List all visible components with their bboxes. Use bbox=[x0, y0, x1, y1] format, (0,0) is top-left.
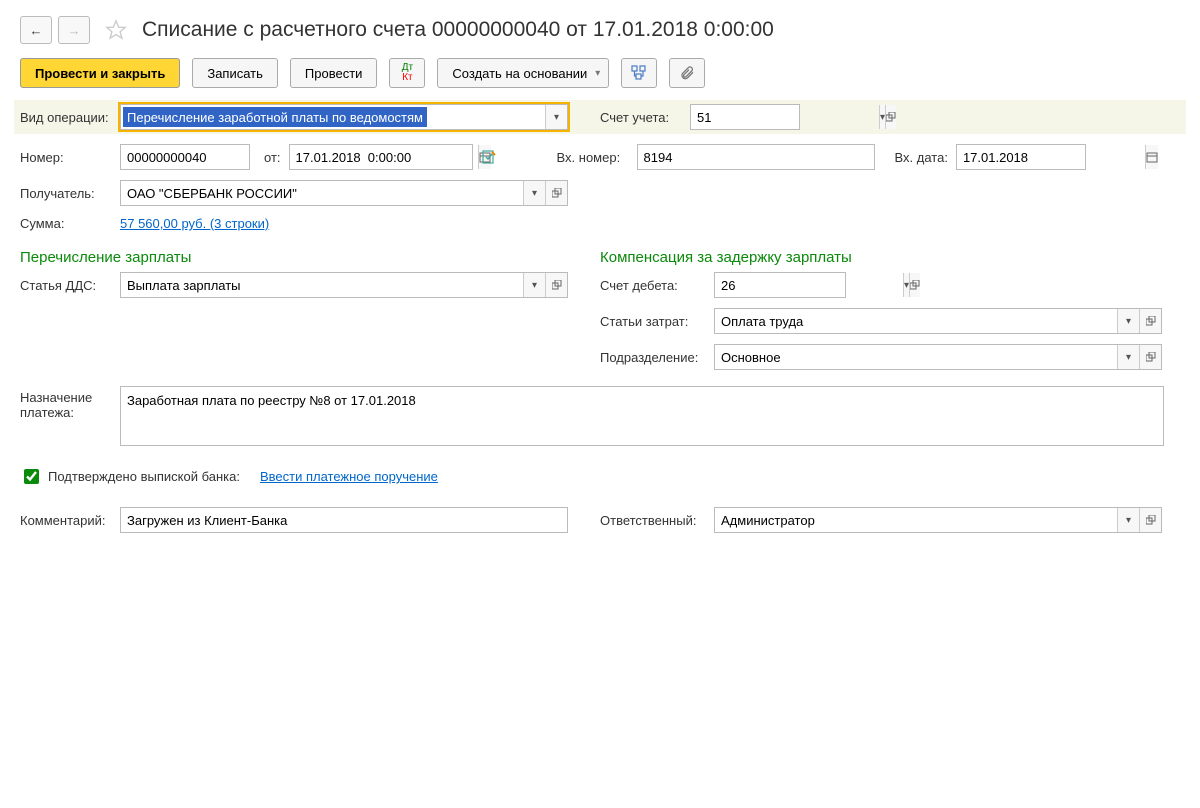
open-icon bbox=[552, 280, 562, 290]
dds-input[interactable] bbox=[121, 273, 523, 297]
attachment-button[interactable] bbox=[669, 58, 705, 88]
dds-label: Статья ДДС: bbox=[20, 278, 120, 293]
structure-icon bbox=[631, 65, 647, 81]
calendar-icon bbox=[1146, 151, 1158, 163]
department-dropdown[interactable]: ▾ bbox=[1117, 345, 1139, 369]
in-date-input[interactable] bbox=[957, 145, 1145, 169]
open-icon bbox=[886, 112, 896, 122]
posted-icon bbox=[481, 149, 497, 165]
open-icon bbox=[1146, 316, 1156, 326]
in-number-label: Вх. номер: bbox=[557, 150, 637, 165]
date-input[interactable] bbox=[290, 145, 478, 169]
dds-dropdown[interactable]: ▾ bbox=[523, 273, 545, 297]
date-label: от: bbox=[264, 150, 281, 165]
dtkt-icon: ДтКт bbox=[402, 63, 413, 83]
dds-open-button[interactable] bbox=[545, 273, 567, 297]
account-label: Счет учета: bbox=[600, 110, 680, 125]
post-and-close-button[interactable]: Провести и закрыть bbox=[20, 58, 180, 88]
open-icon bbox=[910, 280, 920, 290]
cost-items-dropdown[interactable]: ▾ bbox=[1117, 309, 1139, 333]
number-input[interactable] bbox=[121, 145, 309, 169]
responsible-label: Ответственный: bbox=[600, 513, 714, 528]
recipient-open-button[interactable] bbox=[545, 181, 567, 205]
dt-kt-button[interactable]: ДтКт bbox=[389, 58, 425, 88]
account-open-button[interactable] bbox=[885, 105, 896, 129]
operation-type-value[interactable]: Перечисление заработной платы по ведомос… bbox=[123, 107, 427, 127]
operation-type-label: Вид операции: bbox=[20, 110, 120, 125]
arrow-right-icon: → bbox=[68, 23, 81, 38]
post-button[interactable]: Провести bbox=[290, 58, 378, 88]
in-date-label: Вх. дата: bbox=[895, 150, 948, 165]
department-label: Подразделение: bbox=[600, 350, 714, 365]
save-button[interactable]: Записать bbox=[192, 58, 278, 88]
comment-label: Комментарий: bbox=[20, 513, 120, 528]
paperclip-icon bbox=[679, 65, 695, 81]
arrow-left-icon: ← bbox=[30, 23, 43, 38]
section-compensation-title: Компенсация за задержку зарплаты bbox=[600, 249, 1180, 266]
debit-account-label: Счет дебета: bbox=[600, 278, 714, 293]
nav-back-button[interactable]: ← bbox=[20, 16, 52, 44]
page-title: Списание с расчетного счета 00000000040 … bbox=[142, 18, 774, 42]
purpose-label: Назначение платежа: bbox=[20, 386, 120, 420]
in-date-calendar-button[interactable] bbox=[1145, 145, 1158, 169]
cost-items-label: Статьи затрат: bbox=[600, 314, 714, 329]
nav-forward-button[interactable]: → bbox=[58, 16, 90, 44]
enter-payment-order-link[interactable]: Ввести платежное поручение bbox=[260, 469, 438, 484]
cost-items-input[interactable] bbox=[715, 309, 1117, 333]
cost-items-open-button[interactable] bbox=[1139, 309, 1161, 333]
confirmed-checkbox[interactable] bbox=[24, 469, 39, 484]
department-open-button[interactable] bbox=[1139, 345, 1161, 369]
favorite-button[interactable] bbox=[102, 16, 130, 44]
account-input[interactable] bbox=[691, 105, 879, 129]
star-icon bbox=[105, 19, 127, 41]
open-icon bbox=[1146, 352, 1156, 362]
department-input[interactable] bbox=[715, 345, 1117, 369]
open-icon bbox=[552, 188, 562, 198]
confirmed-label: Подтверждено выпиской банка: bbox=[48, 469, 240, 484]
recipient-input[interactable] bbox=[121, 181, 523, 205]
debit-account-input[interactable] bbox=[715, 273, 903, 297]
purpose-textarea[interactable] bbox=[120, 386, 1164, 446]
number-label: Номер: bbox=[20, 150, 120, 165]
responsible-input[interactable] bbox=[715, 508, 1117, 532]
sum-label: Сумма: bbox=[20, 216, 120, 231]
open-icon bbox=[1146, 515, 1156, 525]
in-number-input[interactable] bbox=[638, 145, 874, 169]
create-based-button[interactable]: Создать на основании bbox=[437, 58, 609, 88]
comment-input[interactable] bbox=[121, 508, 567, 532]
operation-type-dropdown[interactable]: ▾ bbox=[545, 105, 567, 129]
responsible-dropdown[interactable]: ▾ bbox=[1117, 508, 1139, 532]
section-salary-title: Перечисление зарплаты bbox=[20, 249, 600, 266]
recipient-dropdown[interactable]: ▾ bbox=[523, 181, 545, 205]
structure-button[interactable] bbox=[621, 58, 657, 88]
sum-link[interactable]: 57 560,00 руб. (3 строки) bbox=[120, 216, 269, 231]
responsible-open-button[interactable] bbox=[1139, 508, 1161, 532]
debit-account-open-button[interactable] bbox=[909, 273, 920, 297]
recipient-label: Получатель: bbox=[20, 186, 120, 201]
